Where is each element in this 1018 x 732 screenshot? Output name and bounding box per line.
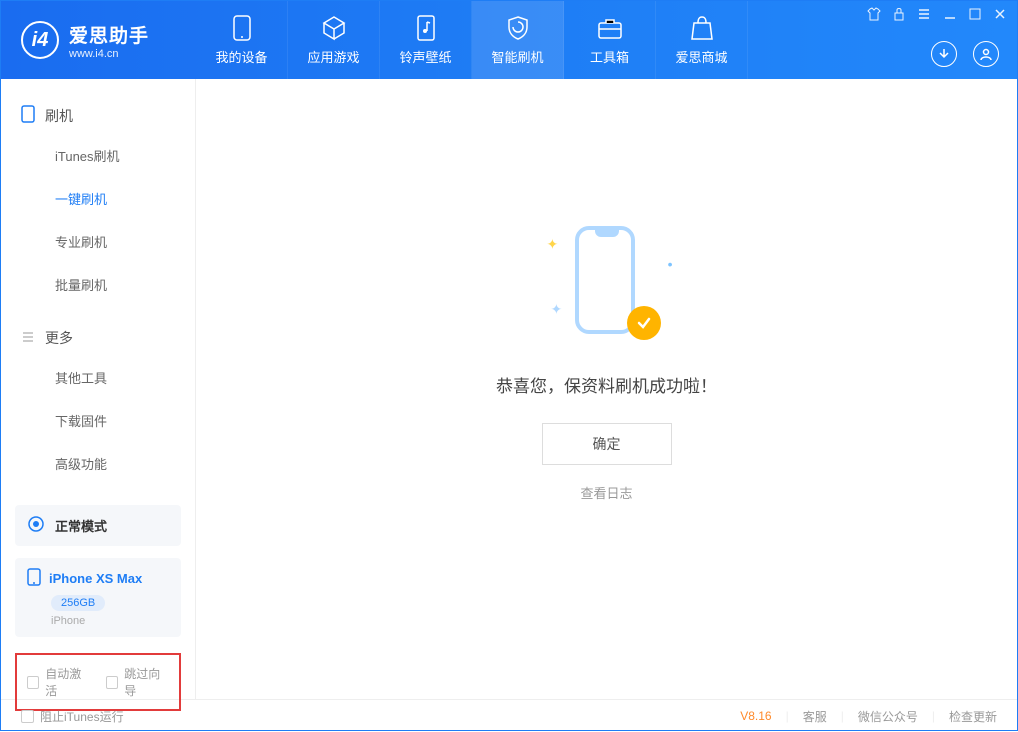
logo-area: i4 爱思助手 www.i4.cn (1, 21, 196, 60)
tab-apps[interactable]: 应用游戏 (288, 1, 380, 79)
device-phone-icon (27, 568, 41, 589)
main-content: ✦ • ✦ 恭喜您，保资料刷机成功啦！ 确定 查看日志 (196, 79, 1017, 699)
support-link[interactable]: 客服 (803, 708, 827, 725)
phone-outline-icon (21, 105, 35, 126)
skip-guide-checkbox[interactable]: 跳过向导 (106, 665, 169, 699)
tab-label: 爱思商城 (675, 47, 727, 66)
section-title: 刷机 (45, 106, 73, 126)
shield-icon (505, 15, 531, 41)
list-icon (21, 330, 35, 347)
sidebar-header-flash: 刷机 (1, 97, 195, 134)
device-type: iPhone (51, 615, 169, 627)
sidebar-item-itunes[interactable]: iTunes刷机 (1, 134, 195, 177)
briefcase-icon (597, 15, 623, 41)
close-button[interactable] (993, 7, 1007, 26)
sidebar-item-batch[interactable]: 批量刷机 (1, 263, 195, 306)
checkbox-icon (21, 710, 34, 723)
maximize-button[interactable] (969, 7, 981, 26)
logo-icon: i4 (21, 21, 59, 59)
tab-label: 我的设备 (215, 47, 267, 66)
bag-icon (689, 15, 715, 41)
checkbox-icon (106, 676, 118, 689)
music-icon (413, 15, 439, 41)
sidebar-item-pro[interactable]: 专业刷机 (1, 220, 195, 263)
view-log-link[interactable]: 查看日志 (580, 483, 632, 502)
highlighted-options: 自动激活 跳过向导 (15, 653, 181, 711)
mode-indicator[interactable]: 正常模式 (15, 505, 181, 546)
sidebar-item-oneclick[interactable]: 一键刷机 (1, 177, 195, 220)
app-title: 爱思助手 (69, 21, 149, 48)
phone-icon (229, 15, 255, 41)
mode-icon (27, 515, 45, 536)
cube-icon (321, 15, 347, 41)
checkbox-icon (27, 676, 39, 689)
header-actions (931, 41, 999, 67)
device-indicator[interactable]: iPhone XS Max 256GB iPhone (15, 558, 181, 637)
version-label: V8.16 (740, 709, 771, 723)
tab-label: 工具箱 (590, 47, 629, 66)
tab-flash[interactable]: 智能刷机 (472, 1, 564, 79)
app-subtitle: www.i4.cn (69, 48, 149, 60)
sparkle-icon: ✦ (551, 301, 563, 318)
checkbox-label: 阻止iTunes运行 (40, 708, 124, 725)
checkbox-label: 自动激活 (45, 665, 90, 699)
tab-label: 应用游戏 (307, 47, 359, 66)
block-itunes-checkbox[interactable]: 阻止iTunes运行 (21, 708, 124, 725)
menu-icon[interactable] (917, 7, 931, 26)
nav-tabs: 我的设备 应用游戏 铃声壁纸 智能刷机 工具箱 爱思商城 (196, 1, 748, 79)
sidebar: 刷机 iTunes刷机 一键刷机 专业刷机 批量刷机 更多 其他工具 下载固件 … (1, 79, 196, 699)
mode-label: 正常模式 (55, 516, 107, 535)
header-bar: i4 爱思助手 www.i4.cn 我的设备 应用游戏 铃声壁纸 智能刷机 工具… (1, 1, 1017, 79)
sparkle-icon: ✦ (547, 236, 559, 253)
checkbox-label: 跳过向导 (124, 665, 169, 699)
sidebar-section-flash: 刷机 iTunes刷机 一键刷机 专业刷机 批量刷机 (1, 97, 195, 306)
auto-activate-checkbox[interactable]: 自动激活 (27, 665, 90, 699)
tab-my-device[interactable]: 我的设备 (196, 1, 288, 79)
minimize-button[interactable] (943, 7, 957, 26)
device-capacity: 256GB (51, 595, 105, 611)
wechat-link[interactable]: 微信公众号 (858, 708, 918, 725)
success-illustration: ✦ • ✦ (547, 216, 667, 346)
update-link[interactable]: 检查更新 (949, 708, 997, 725)
sidebar-header-more: 更多 (1, 320, 195, 356)
sidebar-item-firmware[interactable]: 下载固件 (1, 399, 195, 442)
footer-right: V8.16 | 客服 | 微信公众号 | 检查更新 (740, 708, 997, 725)
ok-button[interactable]: 确定 (542, 423, 672, 465)
sidebar-item-other[interactable]: 其他工具 (1, 356, 195, 399)
success-message: 恭喜您，保资料刷机成功啦！ (496, 372, 717, 397)
window-controls-top (867, 7, 1007, 26)
tab-label: 铃声壁纸 (399, 47, 451, 66)
lock-icon[interactable] (893, 7, 905, 26)
section-title: 更多 (45, 328, 73, 348)
tab-store[interactable]: 爱思商城 (656, 1, 748, 79)
phone-drawing-icon (575, 226, 635, 334)
logo-text: 爱思助手 www.i4.cn (69, 21, 149, 60)
device-name-row: iPhone XS Max (27, 568, 169, 589)
sparkle-icon: • (668, 256, 673, 272)
download-button[interactable] (931, 41, 957, 67)
tshirt-icon[interactable] (867, 7, 881, 26)
tab-toolbox[interactable]: 工具箱 (564, 1, 656, 79)
tab-ringtones[interactable]: 铃声壁纸 (380, 1, 472, 79)
device-name: iPhone XS Max (49, 571, 142, 586)
body-area: 刷机 iTunes刷机 一键刷机 专业刷机 批量刷机 更多 其他工具 下载固件 … (1, 79, 1017, 699)
tab-label: 智能刷机 (491, 47, 543, 66)
sidebar-item-advanced[interactable]: 高级功能 (1, 442, 195, 485)
user-button[interactable] (973, 41, 999, 67)
sidebar-section-more: 更多 其他工具 下载固件 高级功能 (1, 320, 195, 485)
checkmark-badge-icon (627, 306, 661, 340)
